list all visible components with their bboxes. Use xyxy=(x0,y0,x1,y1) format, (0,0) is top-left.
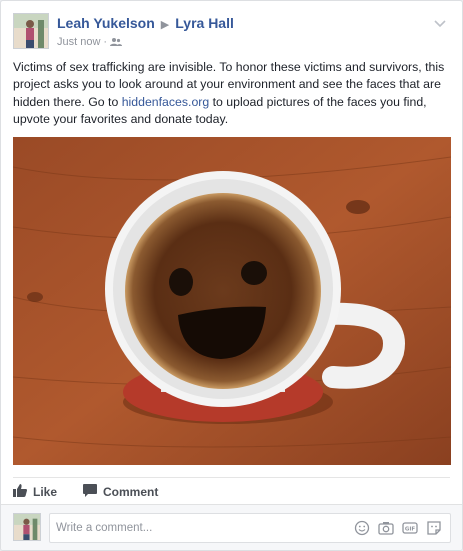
author-name[interactable]: Leah Yukelson xyxy=(57,15,155,31)
chevron-down-icon[interactable] xyxy=(430,13,450,33)
post-meta: Just now · xyxy=(57,36,123,48)
thumbs-up-icon xyxy=(13,484,27,500)
friends-icon[interactable] xyxy=(110,36,123,48)
timestamp[interactable]: Just now xyxy=(57,36,100,48)
viewer-avatar[interactable] xyxy=(13,513,41,541)
author-avatar[interactable] xyxy=(13,13,49,49)
emoji-icon[interactable] xyxy=(354,520,370,536)
target-name[interactable]: Lyra Hall xyxy=(175,15,234,31)
post-photo[interactable] xyxy=(13,137,451,465)
comment-button[interactable]: Comment xyxy=(83,484,158,500)
comment-label: Comment xyxy=(103,485,159,499)
gif-icon[interactable]: GIF xyxy=(402,520,418,536)
svg-text:GIF: GIF xyxy=(405,527,416,533)
sticker-icon[interactable] xyxy=(426,520,442,536)
comment-icon xyxy=(83,484,97,500)
hiddenfaces-link[interactable]: hiddenfaces.org xyxy=(122,95,210,109)
to-arrow-icon: ▶ xyxy=(160,19,170,31)
composer-icons: GIF xyxy=(354,520,442,536)
comment-placeholder: Write a comment... xyxy=(56,522,153,534)
post-title-line: Leah Yukelson ▶ Lyra Hall xyxy=(57,15,234,31)
post-card: Leah Yukelson ▶ Lyra Hall Just now · Victim… xyxy=(0,0,463,551)
post-header: Leah Yukelson ▶ Lyra Hall Just now · xyxy=(13,13,450,53)
like-label: Like xyxy=(33,485,58,499)
post-actions: Like Comment xyxy=(13,477,450,505)
comment-input[interactable]: Write a comment... GIF xyxy=(49,513,451,543)
like-button[interactable]: Like xyxy=(13,484,57,500)
post-text: Victims of sex trafficking are invisible… xyxy=(13,59,451,128)
comment-composer: Write a comment... GIF xyxy=(1,504,462,550)
meta-separator: · xyxy=(103,36,108,48)
camera-icon[interactable] xyxy=(378,520,394,536)
